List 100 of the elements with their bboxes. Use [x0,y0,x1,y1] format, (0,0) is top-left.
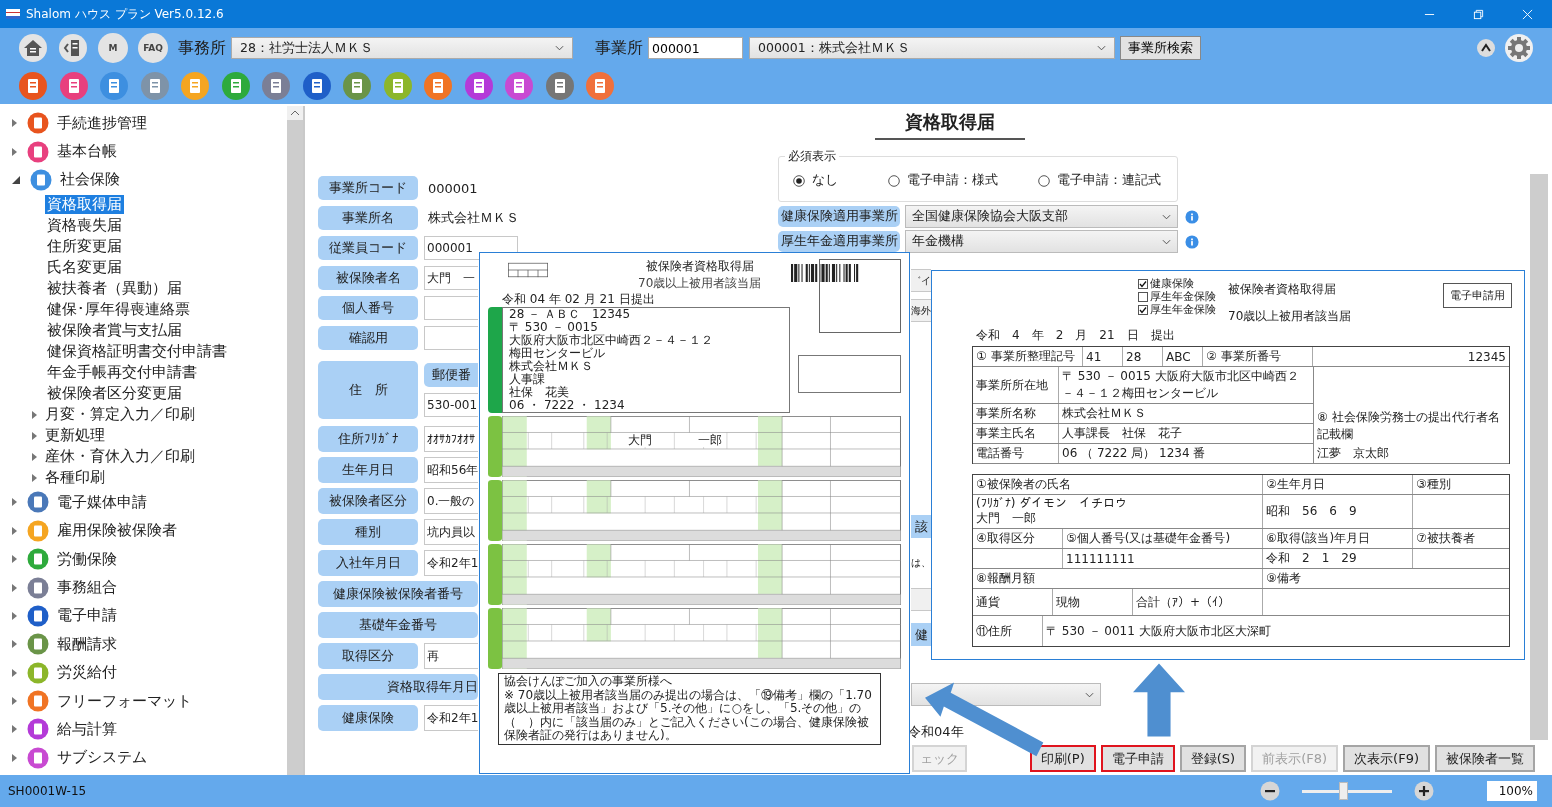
document-icon[interactable] [544,71,575,101]
manual-button[interactable]: M [98,33,128,63]
radio-icon[interactable] [793,174,805,187]
tree-item[interactable]: 労働保険 [57,549,117,569]
tree-item[interactable]: 住所変更届 [45,237,124,257]
input-field[interactable]: 令和2年1 [424,705,478,731]
tree-item[interactable]: 健保･厚年得喪連絡票 [45,300,192,320]
dropdown[interactable]: 全国健康保険協会大阪支部 [905,205,1178,228]
document-icon[interactable] [342,71,372,101]
tree-item[interactable]: 社会保険 [60,170,120,190]
dropdown[interactable]: 年金機構 [905,230,1178,253]
tree-item[interactable]: 労災給付 [57,663,117,683]
input-field[interactable]: 海外 [911,299,931,322]
radio-icon[interactable] [1038,174,1050,187]
tree-item[interactable]: 基本台帳 [57,142,117,162]
input-field[interactable]: 530-001 [424,393,478,417]
expand-icon[interactable] [12,725,17,734]
search-button[interactable]: 事業所検索 [1120,36,1201,60]
tree-item[interactable]: 各種印刷 [45,468,105,488]
tree-item[interactable]: 給与計算 [57,720,117,739]
radio-option[interactable]: なし [793,172,838,189]
manual-button[interactable]: FAQ [138,33,168,63]
expand-icon[interactable] [12,555,17,564]
document-icon[interactable] [139,71,170,101]
tree-item[interactable]: サブシステム [57,748,147,768]
settings-icon[interactable] [1504,33,1534,63]
input-field[interactable]: 令和2年1 [424,550,478,576]
expand-icon[interactable] [12,697,17,706]
action-button[interactable]: 電子申請 [1100,745,1175,772]
tree-item[interactable]: 氏名変更届 [45,258,124,278]
expand-icon[interactable] [12,175,20,184]
expand-icon[interactable] [12,526,17,535]
expand-icon[interactable] [32,473,37,482]
document-icon[interactable] [463,71,494,101]
scroll-up-icon[interactable] [287,106,303,120]
expand-icon[interactable] [12,119,17,128]
input-field[interactable] [911,588,931,611]
tree-item[interactable]: 健保資格証明書交付申請書 [45,342,229,362]
zoom-in-icon[interactable] [1414,781,1434,801]
collapse-icon[interactable] [1476,38,1496,58]
expand-icon[interactable] [32,452,37,461]
document-icon[interactable] [180,71,210,101]
zoom-slider[interactable] [1338,781,1348,800]
info-icon[interactable] [1185,209,1199,224]
input-field[interactable] [424,326,478,350]
expand-icon[interactable] [32,410,37,419]
tree-item[interactable]: 電子申請 [57,606,117,626]
tree-item[interactable]: 年金手帳再交付申請書 [45,363,199,383]
document-icon[interactable] [99,71,129,101]
document-icon[interactable] [585,71,615,101]
input-field[interactable] [424,296,478,320]
document-icon[interactable] [504,71,534,101]
input-field[interactable]: 坑内員以 [424,519,478,545]
expand-icon[interactable] [12,611,17,620]
expand-icon[interactable] [12,147,17,156]
input-field[interactable]: 大門 一 [424,266,478,290]
tree-item[interactable]: 報酬請求 [57,634,117,654]
tree-item[interactable]: フリーフォーマット [57,691,192,711]
expand-icon[interactable] [32,431,37,440]
tree-item[interactable]: 産休・育休入力／印刷 [45,447,195,467]
restore-icon[interactable] [1473,8,1484,20]
tree-item[interactable]: 被扶養者（異動）届 [45,279,184,299]
input-field[interactable]: 再 [424,643,478,669]
expand-icon[interactable] [12,498,17,507]
tree-item[interactable]: 資格喪失届 [45,216,124,236]
radio-icon[interactable] [888,174,900,187]
site-select[interactable]: 000001：株式会社ＭＫＳ [749,37,1115,59]
expand-icon[interactable] [12,668,17,677]
tree-item[interactable]: 電子媒体申請 [57,492,147,512]
tree-item[interactable]: 資格取得届 [45,195,124,215]
tree-item[interactable]: 被保険者賞与支払届 [45,321,184,341]
document-icon[interactable] [18,71,48,101]
expand-icon[interactable] [12,753,17,762]
zoom-field[interactable]: 100% [1487,781,1537,801]
info-icon[interactable] [1185,234,1199,249]
close-icon[interactable] [1522,8,1533,20]
action-button[interactable]: 被保険者一覧 [1435,745,1535,772]
panel-icon[interactable] [58,33,88,63]
tree-item[interactable]: 雇用保険被保険者 [57,521,177,541]
input-field[interactable]: ｵｵｻｶﾌｵｵｻ [424,426,478,452]
tree-item[interactable]: 事務組合 [57,578,117,598]
document-icon[interactable] [58,71,89,101]
radio-option[interactable]: 電子申請：連記式 [1038,172,1161,189]
action-button[interactable]: 登録(S) [1179,745,1247,772]
scrollbar[interactable] [1530,174,1548,740]
tree-item[interactable]: 被保険者区分変更届 [45,384,184,404]
action-button[interactable]: 印刷(P) [1029,745,1096,772]
document-icon[interactable] [423,71,453,101]
scrollbar[interactable] [287,106,303,775]
tree-item[interactable]: 更新処理 [45,426,105,446]
radio-option[interactable]: 電子申請：様式 [888,172,998,189]
document-icon[interactable] [301,71,332,101]
tree-item[interactable]: 手続進捗管理 [57,113,147,133]
input-field[interactable]: ゛イ [911,269,931,292]
site-code-field[interactable]: 000001 [648,37,743,59]
document-icon[interactable] [261,71,291,101]
input-field[interactable]: 昭和56年 [424,457,478,483]
expand-icon[interactable] [12,640,17,649]
expand-icon[interactable] [12,583,17,592]
tree-item[interactable]: 月変・算定入力／印刷 [45,405,195,425]
